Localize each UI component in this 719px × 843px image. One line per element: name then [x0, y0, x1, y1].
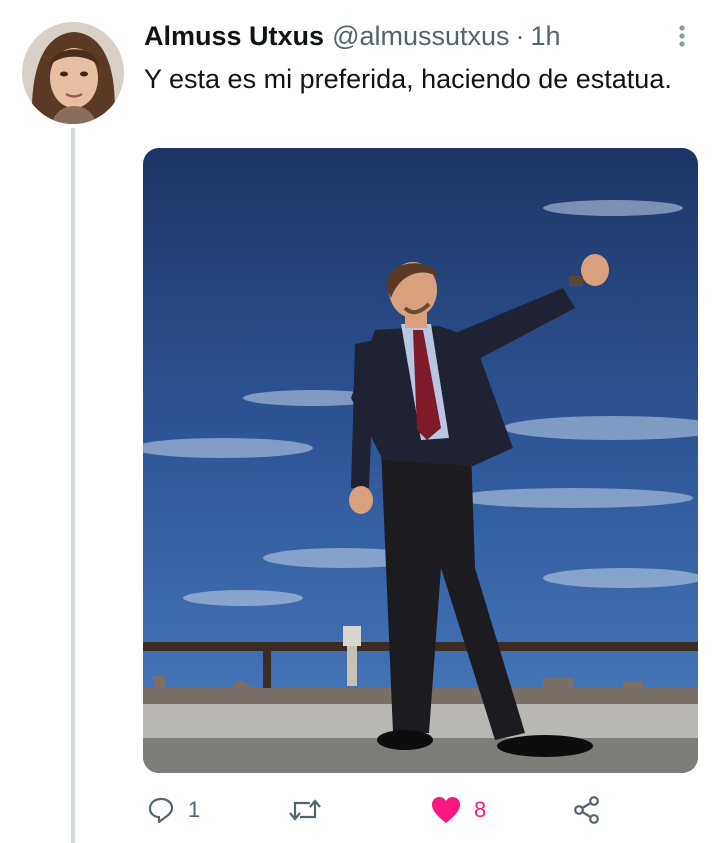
share-icon [574, 796, 599, 824]
more-vertical-icon [679, 25, 685, 47]
author-name[interactable]: Almuss Utxus [144, 18, 324, 54]
tweet-header: Almuss Utxus @almussutxus · 1h [144, 18, 561, 54]
timestamp[interactable]: 1h [531, 18, 561, 54]
separator-dot: · [515, 21, 525, 51]
heart-filled-icon [432, 797, 460, 823]
retweet-icon [289, 799, 321, 821]
share-button[interactable] [572, 790, 602, 830]
author-handle[interactable]: @almussutxus [332, 18, 509, 54]
reply-icon [148, 797, 174, 824]
like-button[interactable]: 8 [430, 790, 486, 830]
tweet-actions-bar: 1 8 [140, 790, 620, 830]
avatar-photo [22, 22, 124, 124]
like-count: 8 [474, 797, 487, 822]
retweet-button[interactable] [288, 790, 334, 830]
more-options-button[interactable] [668, 20, 696, 52]
tweet-media-photo[interactable] [143, 148, 698, 773]
tweet-text: Y esta es mi preferida, haciendo de esta… [144, 64, 672, 94]
reply-count: 1 [188, 797, 201, 822]
reply-button[interactable]: 1 [146, 790, 200, 830]
avatar[interactable] [22, 22, 124, 124]
photo-man-on-rooftop [143, 148, 698, 773]
thread-connector-line [71, 128, 75, 843]
